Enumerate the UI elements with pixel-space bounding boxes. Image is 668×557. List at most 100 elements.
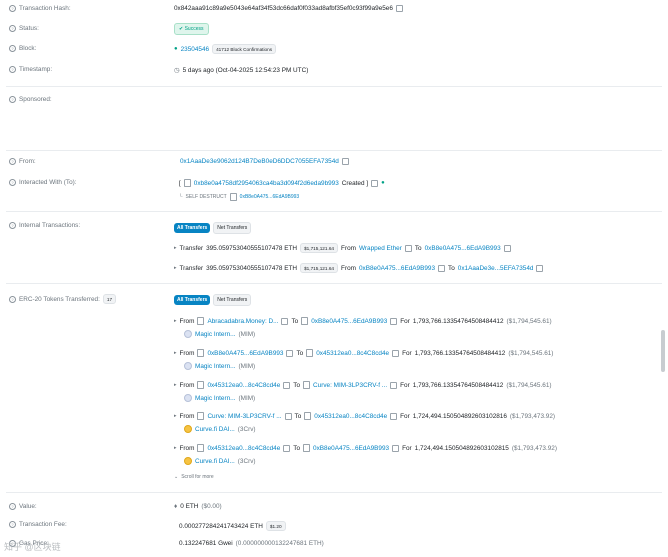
copy-icon[interactable] (341, 158, 349, 165)
help-icon[interactable]: ? (9, 25, 16, 32)
token-link[interactable]: Magic Intern... (195, 331, 236, 338)
to-link[interactable]: 0x45312ea0...8c4C8cd4e (316, 350, 389, 357)
copy-icon[interactable] (286, 349, 294, 357)
help-icon[interactable]: ? (9, 503, 16, 510)
from-address-link[interactable]: 0x1AaaDe3e9062d124B7DeB0eD6DDC7055EFA735… (180, 158, 339, 165)
from-link[interactable]: 0x45312ea0...8c4C8cd4e (207, 382, 280, 389)
copy-icon[interactable] (536, 264, 544, 272)
chevron-right-icon: ▸ (174, 245, 177, 251)
copy-icon[interactable] (281, 317, 289, 325)
fee-label: ? Transaction Fee: (9, 521, 67, 528)
copy-icon[interactable] (284, 412, 292, 420)
tab-all-transfers[interactable]: All Transfers (174, 295, 211, 305)
scrollbar[interactable] (661, 330, 665, 372)
check-circle-icon: ✔ (179, 26, 184, 32)
contract-icon (197, 349, 205, 357)
help-icon[interactable]: ? (9, 96, 16, 103)
self-destruct-address-link[interactable]: 0xB8e0A475...6EdA9B993 (240, 194, 300, 200)
from-link[interactable]: Wrapped Ether (359, 245, 402, 252)
contract-icon (197, 444, 205, 452)
interacted-label: ? Interacted With (To): (9, 179, 77, 186)
internal-row: ▸ Transfer 395.059753040555107478 ETH $1… (174, 243, 511, 253)
help-icon[interactable]: ? (9, 158, 16, 165)
help-icon[interactable]: ? (9, 5, 16, 12)
copy-icon[interactable] (390, 412, 398, 420)
self-destruct-line: └ SELF DESTRUCT 0xB8e0A475...6EdA9B993 (179, 193, 299, 201)
from-link[interactable]: Curve: MIM-3LP3CRV-f ... (207, 413, 281, 420)
copy-icon[interactable] (395, 5, 403, 12)
copy-icon[interactable] (404, 244, 412, 252)
from-link[interactable]: Abracadabra.Money: D... (207, 318, 278, 325)
erc20-tabs: All Transfers Net Transfers (174, 294, 252, 306)
copy-icon[interactable] (371, 179, 379, 187)
contract-icon (197, 381, 205, 389)
help-icon[interactable]: ? (9, 222, 16, 229)
contract-icon (301, 317, 309, 325)
help-icon[interactable]: ? (9, 521, 16, 528)
contract-icon (183, 179, 191, 187)
block-number-link[interactable]: 23504546 (181, 46, 209, 53)
copy-icon[interactable] (283, 444, 291, 452)
contract-icon (304, 412, 312, 420)
internal-row: ▸ Transfer 395.059753040555107478 ETH $1… (174, 263, 544, 273)
token-line: Curve.fi DAI... (3Crv) (184, 457, 256, 465)
mim-token-icon (184, 362, 192, 370)
chevrons-down-icon: ⌄ (174, 474, 179, 480)
token-line: Magic Intern... (MIM) (184, 330, 255, 338)
clock-icon: ◷ (174, 67, 180, 74)
watermark: 知乎 @区块链 (4, 542, 61, 552)
chevron-right-icon: ▸ (174, 382, 177, 388)
contract-address-link[interactable]: 0xb8e0a4758df2954063ca4ba3d094f2d6eda9b9… (194, 180, 339, 187)
erc20-count-badge: 17 (102, 294, 117, 304)
copy-icon[interactable] (390, 381, 398, 389)
to-link[interactable]: 0xB8e0A475...6EdA9B993 (313, 445, 389, 452)
from-link[interactable]: 0x45312ea0...8c4C8cd4e (207, 445, 280, 452)
erc20-row-line: ▸ From 0xB8e0A475...6EdA9B993 To 0x45312… (174, 349, 554, 357)
tab-net-transfers[interactable]: Net Transfers (213, 222, 252, 234)
chevron-right-icon: ▸ (174, 413, 177, 419)
tab-all-transfers[interactable]: All Transfers (174, 223, 211, 233)
scroll-more[interactable]: ⌄ Scroll for more (174, 474, 214, 480)
erc20-label: ? ERC-20 Tokens Transferred: 17 (9, 294, 117, 304)
copy-icon[interactable] (503, 244, 511, 252)
chevron-right-icon: ▸ (174, 265, 177, 271)
token-link[interactable]: Magic Intern... (195, 363, 236, 370)
check-circle-icon: ● (174, 46, 178, 52)
contract-icon (229, 193, 237, 201)
help-icon[interactable]: ? (9, 66, 16, 73)
to-link[interactable]: 0x45312ea0...8c4C8cd4e (314, 413, 387, 420)
to-link[interactable]: 0xB8e0A475...6EdA9B993 (311, 318, 387, 325)
from-link[interactable]: 0xB8e0A475...6EdA9B993 (207, 350, 283, 357)
status-label: ? Status: (9, 25, 39, 32)
help-icon[interactable]: ? (9, 179, 16, 186)
curve-token-icon (184, 425, 192, 433)
eth-icon: ♦ (174, 503, 178, 510)
gas-value: 0.132247681 Gwei (0.000000000132247681 E… (179, 540, 324, 547)
internal-tabs: All Transfers Net Transfers (174, 222, 252, 234)
chevron-right-icon: ▸ (174, 318, 177, 324)
tx-hash-value: 0x842aaa91c89a9e5043e64af34f53dc66daf0f0… (174, 5, 403, 12)
contract-icon (306, 349, 314, 357)
erc20-row-line: ▸ From 0x45312ea0...8c4C8cd4e To Curve: … (174, 381, 552, 389)
token-link[interactable]: Curve.fi DAI... (195, 426, 235, 433)
copy-icon[interactable] (438, 264, 446, 272)
token-link[interactable]: Magic Intern... (195, 395, 236, 402)
help-icon[interactable]: ? (9, 45, 16, 52)
tab-net-transfers[interactable]: Net Transfers (213, 294, 252, 306)
to-link[interactable]: Curve: MIM-3LP3CRV-f ... (313, 382, 387, 389)
timestamp-label: ? Timestamp: (9, 66, 52, 73)
to-link[interactable]: 0xB8e0A475...6EdA9B993 (425, 245, 501, 252)
from-link[interactable]: 0xB8e0A475...6EdA9B993 (359, 265, 435, 272)
value-label: ? Value: (9, 503, 37, 510)
copy-icon[interactable] (392, 444, 400, 452)
to-link[interactable]: 0x1AaaDe3e...5EFA7354d (458, 265, 534, 272)
help-icon[interactable]: ? (9, 295, 16, 303)
copy-icon[interactable] (390, 317, 398, 325)
internal-tx-label: ? Internal Transactions: (9, 222, 80, 229)
copy-icon[interactable] (392, 349, 400, 357)
tx-hash: 0x842aaa91c89a9e5043e64af34f53dc66daf0f0… (174, 5, 393, 12)
copy-icon[interactable] (283, 381, 291, 389)
erc20-row-line: ▸ From Curve: MIM-3LP3CRV-f ... To 0x453… (174, 412, 556, 420)
block-label: ? Block: (9, 45, 36, 52)
token-link[interactable]: Curve.fi DAI... (195, 458, 235, 465)
